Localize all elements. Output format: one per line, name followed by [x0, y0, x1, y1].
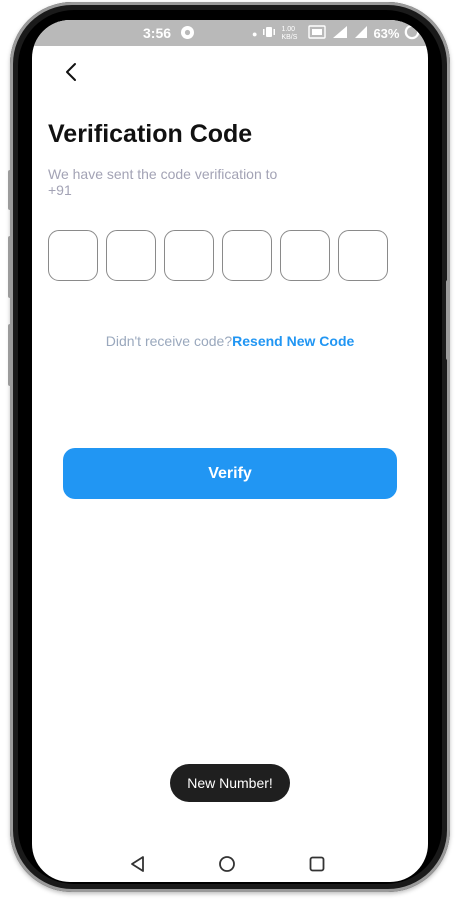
status-bar: 3:56 ● 1.00 KB/S 63%: [32, 20, 428, 46]
signal-4g-icon: [331, 25, 349, 42]
nav-home-button[interactable]: [215, 852, 239, 876]
subtitle-line-2: +91: [48, 182, 72, 198]
dot-icon: ●: [252, 28, 258, 39]
otp-box-3[interactable]: [164, 230, 214, 281]
subtitle-line-1: We have sent the code verification to: [48, 166, 278, 182]
chrome-notification-icon: [180, 25, 195, 43]
otp-box-1[interactable]: [48, 230, 98, 281]
otp-input-row: [48, 230, 388, 281]
battery-icon: [404, 24, 420, 43]
chevron-left-icon: [66, 63, 76, 81]
battery-percent: 63%: [373, 26, 400, 41]
toast-message: New Number!: [170, 764, 290, 802]
side-button-left-1: [8, 170, 12, 210]
system-nav-bar: [32, 846, 428, 882]
nav-back-button[interactable]: [126, 852, 150, 876]
side-button-right: [446, 280, 450, 360]
square-recents-icon: [309, 856, 325, 872]
signal-icon: [354, 25, 368, 42]
otp-box-5[interactable]: [280, 230, 330, 281]
resend-row: Didn't receive code?Resend New Code: [32, 333, 428, 349]
otp-box-4[interactable]: [222, 230, 272, 281]
resend-code-link[interactable]: Resend New Code: [232, 333, 354, 349]
network-speed: 1.00 KB/S: [281, 25, 298, 41]
circle-home-icon: [219, 856, 235, 872]
side-button-left-2: [8, 236, 12, 298]
nav-recents-button[interactable]: [305, 852, 329, 876]
otp-box-6[interactable]: [338, 230, 388, 281]
status-indicators: ● 1.00 KB/S 63%: [252, 24, 420, 43]
volte-icon: [308, 25, 327, 42]
verification-subtitle: We have sent the code verification to +9…: [48, 166, 328, 198]
triangle-back-icon: [131, 856, 144, 872]
otp-box-2[interactable]: [106, 230, 156, 281]
back-button[interactable]: [58, 56, 88, 86]
resend-question: Didn't receive code?: [105, 333, 233, 349]
status-time: 3:56: [143, 25, 172, 41]
app-screen: 3:56 ● 1.00 KB/S 63% Verification Code W…: [32, 20, 428, 882]
page-title: Verification Code: [48, 120, 253, 148]
vibrate-icon: [262, 25, 276, 42]
side-button-left-3: [8, 324, 12, 386]
verify-button[interactable]: Verify: [63, 448, 397, 499]
